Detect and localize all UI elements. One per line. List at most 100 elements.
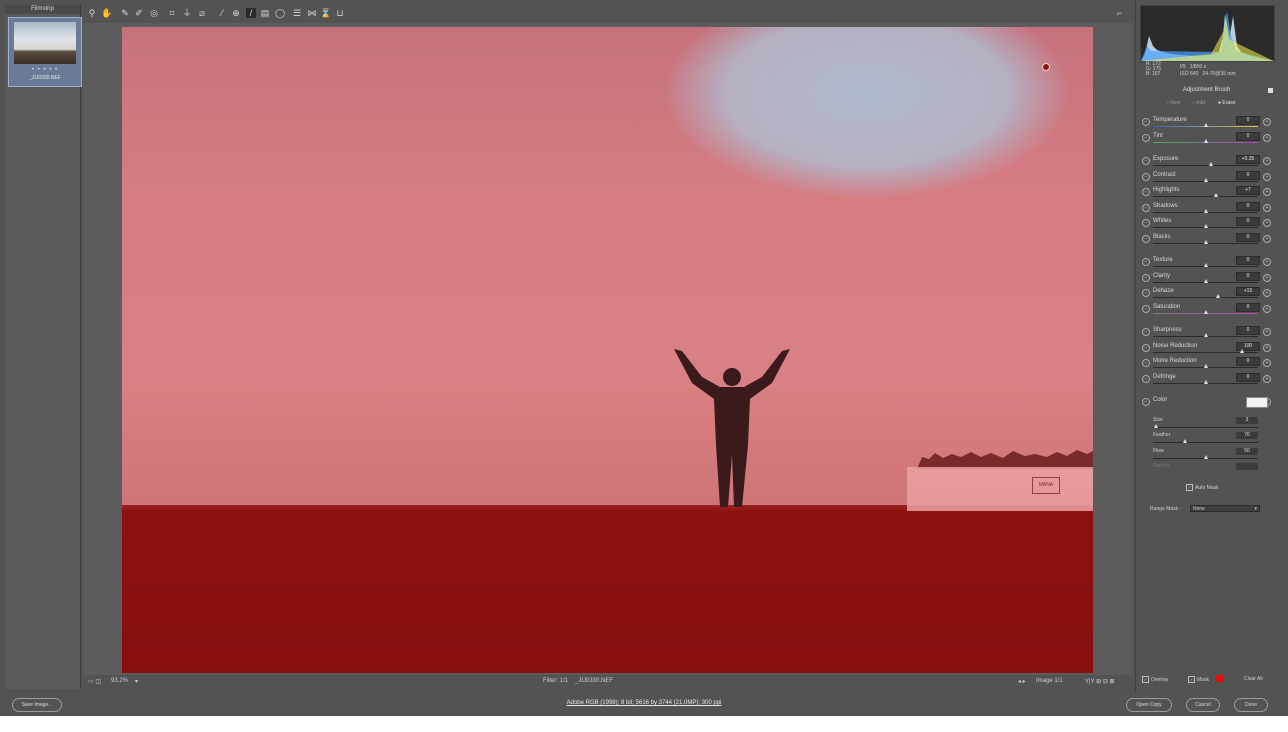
slider-thumb[interactable] xyxy=(1203,333,1208,337)
image-canvas[interactable]: MANA xyxy=(83,23,1133,675)
straighten-icon[interactable]: ⏚ xyxy=(182,8,192,18)
mask-checkbox[interactable]: ✓ Mask xyxy=(1188,676,1209,683)
auto-mask-checkbox[interactable]: ✓ Auto Mask xyxy=(1186,484,1219,491)
slider-value[interactable]: 0 xyxy=(1236,132,1260,141)
slider-thumb[interactable] xyxy=(1203,224,1208,228)
slider-value[interactable]: 0 xyxy=(1236,233,1260,242)
fullscreen-toggle-icon[interactable]: ⌐ xyxy=(1117,8,1129,18)
workflow-options-link[interactable]: Adobe RGB (1998); 8 bit; 5616 by 3744 (2… xyxy=(0,700,1288,706)
slider-thumb[interactable] xyxy=(1203,279,1208,283)
histogram[interactable] xyxy=(1140,5,1275,62)
plus-icon[interactable]: + xyxy=(1263,274,1271,282)
minus-icon[interactable]: − xyxy=(1142,375,1150,383)
brush-value[interactable]: 50 xyxy=(1236,448,1258,455)
minus-icon[interactable]: − xyxy=(1142,344,1150,352)
brush-value[interactable]: 76 xyxy=(1236,432,1258,439)
slider-thumb[interactable] xyxy=(1203,178,1208,182)
crop-icon[interactable]: ⌗ xyxy=(167,8,177,18)
slider-value[interactable]: +15 xyxy=(1236,287,1260,296)
slider-track[interactable] xyxy=(1153,196,1258,197)
slider-value[interactable]: +0.35 xyxy=(1236,155,1260,164)
minus-icon[interactable]: − xyxy=(1142,157,1150,165)
prev-next-icon[interactable]: ◂ ▸ xyxy=(1018,678,1026,685)
plus-icon[interactable]: + xyxy=(1263,204,1271,212)
slider-thumb[interactable] xyxy=(1203,240,1208,244)
zoom-icon[interactable]: ⚲ xyxy=(87,8,97,18)
slider-thumb[interactable] xyxy=(1208,162,1213,166)
minus-icon[interactable]: − xyxy=(1142,134,1150,142)
clear-all-button[interactable]: Clear All xyxy=(1244,676,1263,682)
slider-value[interactable]: 0 xyxy=(1236,217,1260,226)
filmstrip-thumbnail[interactable]: • • • • • _JIJ0330.NEF xyxy=(8,17,82,87)
compare-views-icon[interactable]: Y|Y ⊞ ⊟ ⊠ xyxy=(1085,678,1115,685)
plus-icon[interactable]: + xyxy=(1263,328,1271,336)
brush-value[interactable]: 3 xyxy=(1236,417,1258,424)
adjustment-brush-icon[interactable]: / xyxy=(246,8,256,18)
slider-thumb[interactable] xyxy=(1203,310,1208,314)
slider-thumb[interactable] xyxy=(1203,209,1208,213)
photo-preview[interactable]: MANA xyxy=(122,27,1093,673)
plus-icon[interactable]: + xyxy=(1263,305,1271,313)
color-minus-icon[interactable]: − xyxy=(1142,398,1150,406)
slider-value[interactable]: +7 xyxy=(1236,186,1260,195)
mode-add[interactable]: ○ Add xyxy=(1192,100,1205,106)
plus-icon[interactable]: + xyxy=(1263,258,1271,266)
brush-track[interactable] xyxy=(1153,427,1258,428)
brush-thumb[interactable] xyxy=(1203,455,1208,459)
mask-color-swatch[interactable] xyxy=(1216,675,1224,682)
plus-icon[interactable]: + xyxy=(1263,118,1271,126)
mode-erase[interactable]: ● Erase xyxy=(1218,100,1235,106)
plus-icon[interactable]: + xyxy=(1263,134,1271,142)
done-button[interactable]: Done xyxy=(1234,698,1268,712)
panel-menu-icon[interactable] xyxy=(1268,88,1273,93)
slider-thumb[interactable] xyxy=(1216,294,1221,298)
minus-icon[interactable]: − xyxy=(1142,305,1150,313)
slider-track[interactable] xyxy=(1153,297,1258,298)
plus-icon[interactable]: + xyxy=(1263,289,1271,297)
slider-thumb[interactable] xyxy=(1203,139,1208,143)
graduated-filter-icon[interactable]: ▤ xyxy=(260,8,270,18)
plus-icon[interactable]: + xyxy=(1263,219,1271,227)
slider-value[interactable]: 0 xyxy=(1236,256,1260,265)
transform-icon[interactable]: ⧄ xyxy=(197,8,207,18)
minus-icon[interactable]: − xyxy=(1142,274,1150,282)
slider-thumb[interactable] xyxy=(1203,123,1208,127)
targeted-adjust-icon[interactable]: ◎ xyxy=(149,8,159,18)
slider-value[interactable]: 0 xyxy=(1236,303,1260,312)
brush-thumb[interactable] xyxy=(1182,439,1187,443)
brush-track[interactable] xyxy=(1153,442,1258,443)
brush-pin[interactable] xyxy=(1042,63,1050,71)
slider-value[interactable]: 0 xyxy=(1236,326,1260,335)
overlay-checkbox[interactable]: ✓ Overlay xyxy=(1142,676,1168,683)
minus-icon[interactable]: − xyxy=(1142,204,1150,212)
slider-thumb[interactable] xyxy=(1214,193,1218,197)
thumbnail-rating[interactable]: • • • • • xyxy=(9,67,81,73)
white-balance-icon[interactable]: ✎ xyxy=(120,8,130,18)
brush-thumb[interactable] xyxy=(1154,424,1159,428)
rotate-icon[interactable]: ⌛ xyxy=(320,8,331,18)
plus-icon[interactable]: + xyxy=(1263,359,1271,367)
plus-icon[interactable]: + xyxy=(1263,344,1271,352)
zoom-level[interactable]: 93.2% xyxy=(111,678,128,684)
snapshots-icon[interactable]: ⋈ xyxy=(307,8,317,18)
plus-icon[interactable]: + xyxy=(1263,157,1271,165)
radial-filter-icon[interactable]: ◯ xyxy=(275,8,285,18)
minus-icon[interactable]: − xyxy=(1142,188,1150,196)
hand-icon[interactable]: ✋ xyxy=(101,8,112,18)
slider-thumb[interactable] xyxy=(1203,263,1208,267)
plus-icon[interactable]: + xyxy=(1263,188,1271,196)
red-eye-icon[interactable]: ⊕ xyxy=(231,8,241,18)
plus-icon[interactable]: + xyxy=(1263,235,1271,243)
range-mask-select[interactable]: None ▾ xyxy=(1190,505,1260,512)
color-swatch[interactable] xyxy=(1246,397,1268,408)
minus-icon[interactable]: − xyxy=(1142,258,1150,266)
minus-icon[interactable]: − xyxy=(1142,219,1150,227)
slider-value[interactable]: 0 xyxy=(1236,272,1260,281)
open-copy-button[interactable]: Open Copy xyxy=(1126,698,1172,712)
minus-icon[interactable]: − xyxy=(1142,359,1150,367)
slider-thumb[interactable] xyxy=(1240,349,1245,353)
slider-thumb[interactable] xyxy=(1203,364,1208,368)
minus-icon[interactable]: − xyxy=(1142,328,1150,336)
color-sampler-icon[interactable]: ✐ xyxy=(134,8,144,18)
minus-icon[interactable]: − xyxy=(1142,118,1150,126)
